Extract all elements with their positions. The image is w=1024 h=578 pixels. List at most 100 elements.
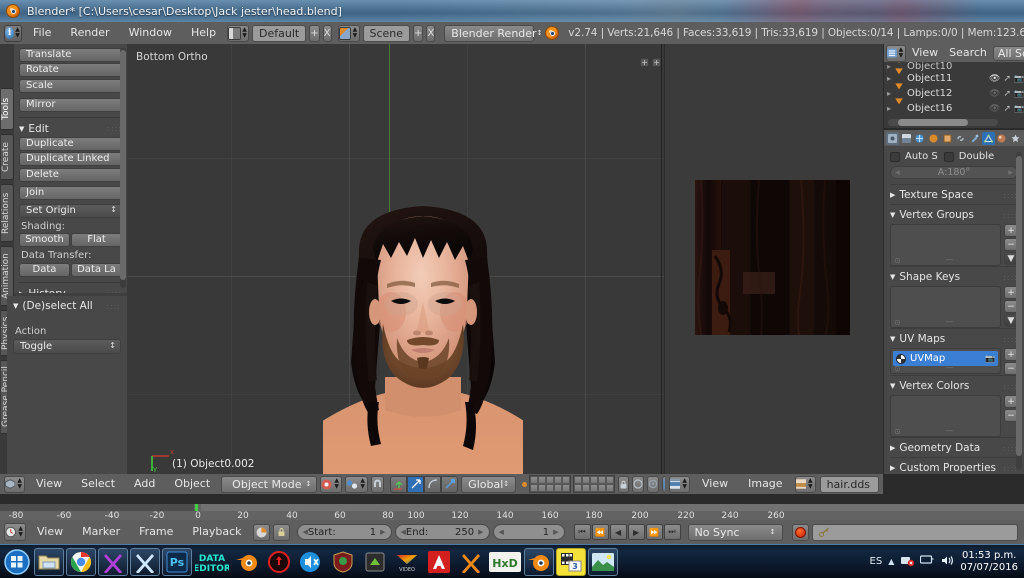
blender-taskbar-icon[interactable]: [232, 548, 262, 576]
shade-smooth-button[interactable]: Smooth: [19, 233, 70, 247]
shield-security-icon[interactable]: [328, 548, 358, 576]
show-toolbar-plus-icon[interactable]: +: [640, 58, 649, 67]
blender-window-icon[interactable]: [524, 547, 554, 576]
end-frame-field[interactable]: ◀ End: 250 ▶: [394, 524, 490, 540]
image-name-field[interactable]: hair.dds: [819, 475, 879, 493]
vertex-colors-panel-header[interactable]: ▼ Vertex Colors ::::: [890, 375, 1018, 395]
eye-hidden-icon[interactable]: 👁: [989, 89, 1000, 99]
current-frame-field[interactable]: ◀ 1 ▶: [492, 524, 565, 540]
photoshop-icon[interactable]: Ps: [162, 547, 192, 576]
timeline-menu-marker[interactable]: Marker: [74, 521, 128, 543]
add-scene-button[interactable]: +: [413, 24, 424, 42]
object-tab-icon[interactable]: [941, 132, 954, 145]
duplicate-button[interactable]: Duplicate: [19, 136, 122, 151]
increment-icon[interactable]: ▶: [553, 528, 558, 536]
uv-menu-image[interactable]: Image: [740, 473, 790, 495]
render-engine-select[interactable]: Blender Render ↕: [444, 24, 542, 42]
tool-tab-create[interactable]: Create: [1, 134, 14, 180]
pivot-point-select[interactable]: ▲ ▼: [345, 475, 369, 493]
uv-image-editor[interactable]: [665, 44, 883, 474]
green-app-icon[interactable]: [360, 548, 390, 576]
transform-manipulator-icon[interactable]: [390, 475, 408, 493]
keying-set-field[interactable]: [811, 523, 1018, 541]
play-reverse-icon[interactable]: ◀: [609, 524, 627, 540]
lock-icon[interactable]: [618, 475, 630, 493]
eye-visible-icon[interactable]: 👁: [989, 74, 1000, 84]
data-transfer-layout-button[interactable]: Data La: [71, 262, 122, 277]
outliner-menu-search[interactable]: Search: [944, 42, 992, 64]
edit-panel-header[interactable]: ▼ Edit ::::: [19, 116, 122, 135]
render-uv-camera-icon[interactable]: 📷: [985, 354, 995, 363]
next-keyframe-icon[interactable]: ⏩: [645, 524, 663, 540]
join-button[interactable]: Join: [19, 185, 122, 200]
renderable-camera-icon[interactable]: 📷: [1014, 74, 1024, 83]
mute-volume-icon[interactable]: [296, 548, 326, 576]
screen-layout-field[interactable]: Default: [252, 24, 307, 42]
info-editor-icon[interactable]: i ▲ ▼: [4, 24, 22, 42]
hxd-editor-icon[interactable]: HxD: [488, 548, 522, 576]
transform-orientation-select[interactable]: Global ↕: [461, 475, 517, 493]
outliner-row-object11[interactable]: ▸ Object11 👁 ➚ 📷: [884, 68, 1024, 86]
timeline-editor-icon[interactable]: ▲ ▼: [4, 523, 26, 541]
cursor-selectable-icon[interactable]: ➚: [1003, 74, 1011, 84]
tool-shelf-scrollbar[interactable]: [120, 48, 126, 288]
outliner-row-object12[interactable]: ▸ Object12 👁 ➚ 📷: [884, 83, 1024, 101]
uv-map-item-uvmap[interactable]: UVMap 📷: [893, 351, 998, 366]
auto-smooth-angle-field[interactable]: A:180°: [890, 166, 1018, 179]
menu-window[interactable]: Window: [121, 22, 180, 44]
previous-keyframe-icon[interactable]: ⏪: [591, 524, 609, 540]
uv-maps-panel-header[interactable]: ▼ UV Maps ::::: [890, 328, 1018, 348]
cursor-selectable-icon[interactable]: ➚: [1003, 89, 1011, 99]
movie-maker-icon[interactable]: 3: [556, 547, 586, 576]
world-tab-icon[interactable]: [927, 132, 940, 145]
timeline-menu-playback[interactable]: Playback: [184, 521, 249, 543]
shade-flat-button[interactable]: Flat: [71, 233, 122, 247]
uv-image-editor-icon[interactable]: ▲ ▼: [669, 475, 690, 493]
scale-manipulator-icon[interactable]: [441, 475, 459, 493]
double-sided-checkbox[interactable]: Double: [943, 151, 994, 162]
action-select[interactable]: Toggle: [13, 338, 121, 354]
render-tab-icon[interactable]: [886, 131, 899, 145]
translate-manipulator-icon[interactable]: [407, 475, 425, 493]
outliner-editor-icon[interactable]: ▲ ▼: [886, 44, 906, 62]
expand-icon[interactable]: ▸: [887, 89, 891, 98]
tool-tab-relations[interactable]: Relations: [1, 184, 14, 242]
outliner-menu-view[interactable]: View: [907, 42, 943, 64]
jump-to-start-icon[interactable]: ⏮: [573, 524, 591, 540]
video-converter-icon[interactable]: VIDEO: [392, 548, 422, 576]
vertex-groups-panel-header[interactable]: ▼ Vertex Groups ::::: [890, 204, 1018, 224]
proportional-edit-icon[interactable]: [647, 475, 660, 493]
delete-button[interactable]: Delete: [19, 167, 122, 182]
rotate-button[interactable]: Rotate: [19, 63, 122, 77]
increment-icon[interactable]: ▶: [380, 528, 385, 536]
outliner-row-object16[interactable]: ▸ Object16 👁 ➚ 📷: [884, 98, 1024, 116]
increment-icon[interactable]: ▶: [478, 528, 483, 536]
photo-viewer-icon[interactable]: [588, 547, 618, 576]
sync-mode-select[interactable]: No Sync ↕: [687, 523, 783, 541]
start-button-icon[interactable]: [2, 548, 32, 576]
scale-button[interactable]: Scale: [19, 78, 122, 93]
vertex-colors-list[interactable]: [890, 395, 1001, 437]
duplicate-linked-button[interactable]: Duplicate Linked: [19, 152, 122, 166]
jump-to-end-icon[interactable]: ⏭: [663, 524, 681, 540]
viewport-menu-object[interactable]: Object: [166, 473, 218, 495]
show-hidden-icons-icon[interactable]: ▲: [888, 557, 894, 566]
start-frame-field[interactable]: ◀ Start: 1 ▶: [296, 524, 392, 540]
red-a-app-icon[interactable]: [424, 548, 454, 576]
geometry-data-panel-header[interactable]: ▶ Geometry Data ::::: [890, 437, 1018, 457]
red-circle-app-icon[interactable]: [264, 548, 294, 576]
scene-tab-icon[interactable]: [913, 132, 926, 145]
uv-menu-view[interactable]: View: [694, 473, 736, 495]
auto-keyframe-record-icon[interactable]: [791, 523, 809, 541]
constraints-tab-icon[interactable]: [955, 132, 968, 145]
scene-icon[interactable]: ▲ ▼: [337, 24, 360, 42]
play-icon[interactable]: ▶: [627, 524, 645, 540]
render-layers-tab-icon[interactable]: [900, 132, 913, 145]
tool-tab-tools[interactable]: Tools: [1, 88, 14, 130]
viewport-menu-select[interactable]: Select: [73, 473, 123, 495]
viewport-menu-add[interactable]: Add: [126, 473, 163, 495]
file-explorer-icon[interactable]: [34, 547, 64, 576]
expand-icon[interactable]: ▸: [887, 74, 891, 83]
object-data-tab-icon[interactable]: [981, 131, 995, 145]
action-center-icon[interactable]: [920, 554, 934, 569]
